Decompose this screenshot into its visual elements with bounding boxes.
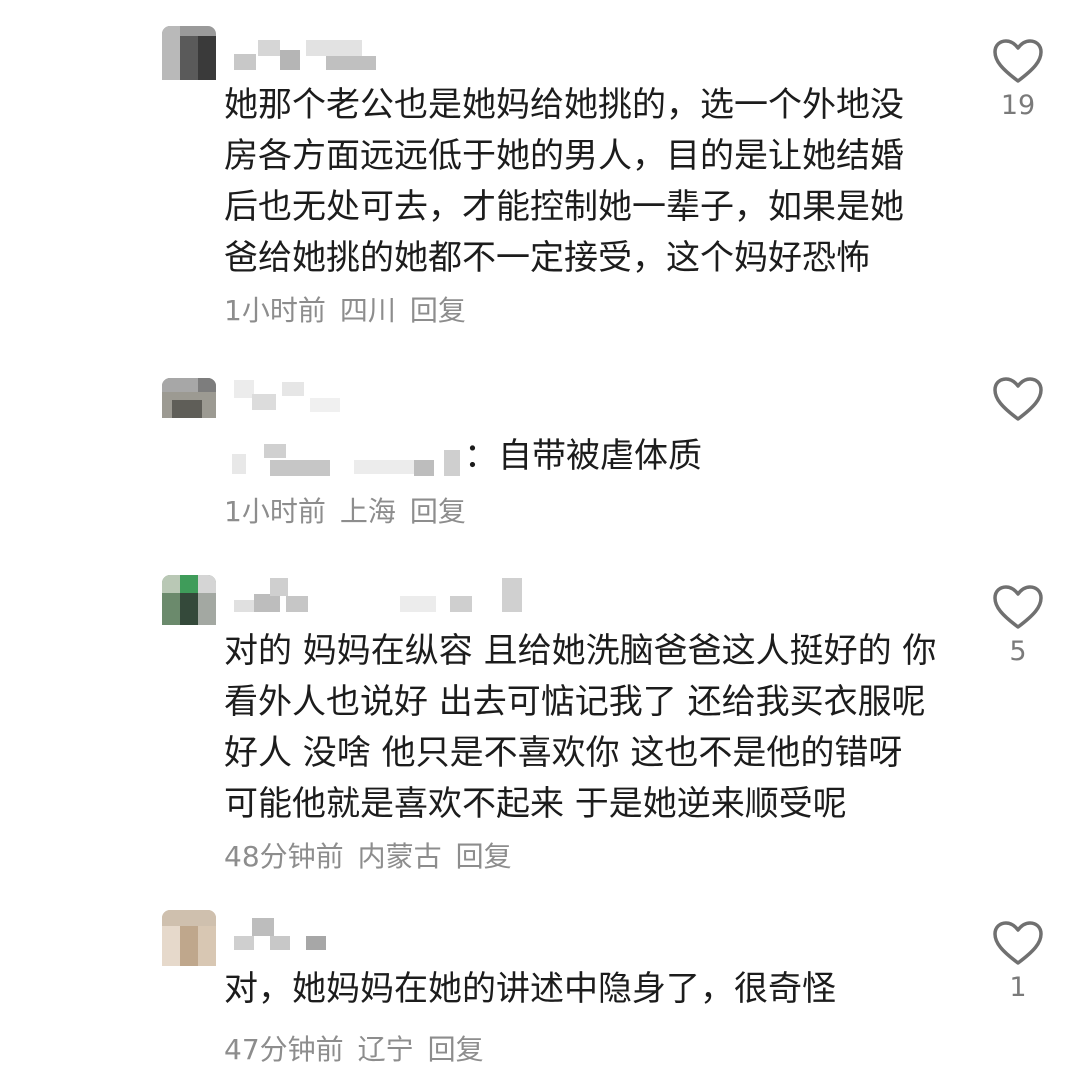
reply-button[interactable]: 回复: [428, 1033, 484, 1066]
like-button[interactable]: [990, 376, 1046, 428]
comment-text: 她那个老公也是她妈给她挑的，选一个外地没房各方面远远低于她的男人，目的是让她结婚…: [224, 80, 924, 336]
comment-text: 对的 妈妈在纵容 且给她洗脑爸爸这人挺好的 你看外人也说好 出去可惦记我了 还给…: [224, 626, 944, 882]
heart-outline-icon: [993, 585, 1043, 629]
comment-location: 上海: [339, 495, 396, 528]
username-blurred[interactable]: [230, 578, 530, 618]
comment-location: 内蒙古: [357, 840, 442, 873]
comment-meta: 47分钟前 辽宁 回复: [224, 1028, 498, 1068]
avatar[interactable]: [162, 575, 216, 625]
comment-meta: 1小时前 四川 回复: [224, 294, 480, 327]
comment-text: 对，她妈妈在她的讲述中隐身了，很奇怪: [224, 964, 924, 1015]
avatar[interactable]: [162, 26, 216, 80]
like-button[interactable]: 19: [990, 38, 1046, 121]
comment-meta: 1小时前 上海 回复: [224, 490, 480, 530]
like-button[interactable]: 1: [990, 920, 1046, 1003]
comment-location: 辽宁: [357, 1033, 414, 1066]
like-count: 1: [1009, 972, 1027, 1003]
comment-location: 四川: [339, 294, 396, 327]
heart-outline-icon: [993, 39, 1043, 83]
like-button[interactable]: 5: [990, 584, 1046, 667]
comment-body: 对，她妈妈在她的讲述中隐身了，很奇怪: [224, 969, 836, 1009]
comment-meta: 48分钟前 内蒙古 回复: [224, 840, 526, 873]
heart-outline-icon: [993, 377, 1043, 421]
username-blurred[interactable]: [230, 914, 380, 954]
like-count: 5: [1009, 636, 1027, 667]
quoted-reply: ：自带被虐体质: [224, 428, 702, 477]
avatar[interactable]: [162, 910, 216, 966]
heart-outline-icon: [993, 921, 1043, 965]
like-count: 19: [1000, 90, 1036, 121]
comment-body: 对的 妈妈在纵容 且给她洗脑爸爸这人挺好的 你看外人也说好 出去可惦记我了 还给…: [224, 631, 937, 824]
comment-body: ：自带被虐体质: [464, 436, 702, 476]
comment-body: 她那个老公也是她妈给她挑的，选一个外地没房各方面远远低于她的男人，目的是让她结婚…: [224, 85, 904, 278]
comment-time: 1小时前: [224, 495, 326, 528]
username-blurred[interactable]: [230, 378, 380, 418]
comment-time: 1小时前: [224, 294, 326, 327]
reply-button[interactable]: 回复: [410, 495, 466, 528]
reply-button[interactable]: 回复: [410, 294, 466, 327]
comment-time: 47分钟前: [224, 1033, 344, 1066]
username-blurred[interactable]: [230, 36, 380, 76]
reply-button[interactable]: 回复: [456, 840, 512, 873]
quoted-username-blurred[interactable]: [224, 440, 464, 476]
avatar[interactable]: [162, 378, 216, 418]
comment-time: 48分钟前: [224, 840, 344, 873]
